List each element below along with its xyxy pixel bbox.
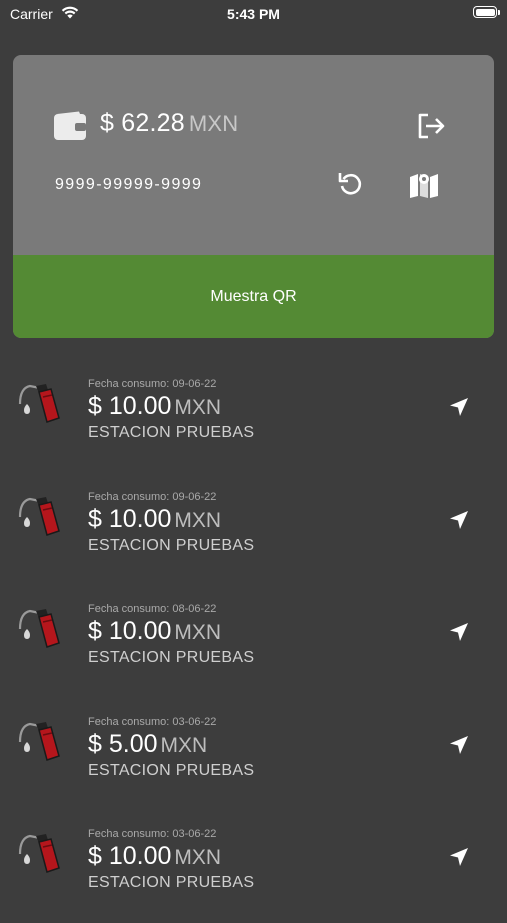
location-arrow-icon[interactable] (448, 396, 470, 423)
station-name: ESTACION PRUEBAS (88, 761, 255, 779)
amount-currency: MXN (174, 621, 222, 644)
amount-value: $ 5.00 (88, 729, 158, 758)
amount-currency: MXN (174, 508, 222, 532)
balance-card: $ 62.28 MXN 9999-99999-9999 Muestra QR (13, 55, 494, 338)
fuel-pump-icon (18, 493, 62, 542)
list-item[interactable]: Fecha consumo: 09-06-22 $ 10.00 MXN ESTAC… (0, 360, 507, 473)
status-bar: Carrier 5:43 PM (0, 0, 507, 30)
transaction-amount: $ 10.00 MXN (88, 505, 221, 534)
amount-value: $ 10.00 (88, 392, 172, 420)
wallet-icon (53, 111, 87, 146)
show-qr-button[interactable]: Muestra QR (13, 255, 494, 338)
list-item[interactable]: Fecha consumo: 03-06-22 $ 5.00 MXN ESTACI… (0, 698, 507, 811)
amount-currency: MXN (174, 396, 222, 419)
card-number: 9999-99999-9999 (55, 176, 203, 193)
transaction-amount: $ 5.00 MXN (88, 730, 207, 759)
balance: $ 62.28 MXN (100, 109, 238, 138)
transaction-date: Fecha consumo: 09-06-22 (88, 378, 217, 390)
amount-currency: MXN (160, 733, 208, 757)
balance-amount: $ 62.28 (100, 109, 185, 137)
station-name: ESTACION PRUEBAS (88, 649, 255, 666)
transaction-amount: $ 10.00 MXN (88, 842, 221, 871)
transaction-amount: $ 10.00 MXN (88, 392, 221, 421)
location-arrow-icon[interactable] (448, 734, 470, 761)
fuel-pump-icon (18, 605, 62, 654)
fuel-pump-icon (18, 830, 62, 879)
refresh-icon[interactable] (337, 170, 365, 203)
location-arrow-icon[interactable] (448, 509, 470, 536)
fuel-pump-icon (18, 718, 62, 767)
map-icon[interactable] (409, 171, 439, 204)
transaction-date: Fecha consumo: 08-06-22 (88, 603, 217, 615)
logout-icon[interactable] (417, 113, 447, 144)
list-item[interactable]: Fecha consumo: 03-06-22 $ 10.00 MXN ESTAC… (0, 810, 507, 923)
battery-icon (473, 6, 500, 18)
station-name: ESTACION PRUEBAS (88, 536, 255, 554)
transaction-date: Fecha consumo: 03-06-22 (88, 715, 217, 728)
transaction-date: Fecha consumo: 09-06-22 (88, 490, 217, 503)
list-item[interactable]: Fecha consumo: 08-06-22 $ 10.00 MXN ESTAC… (0, 585, 507, 698)
station-name: ESTACION PRUEBAS (88, 874, 255, 891)
fuel-pump-icon (18, 380, 62, 429)
station-name: ESTACION PRUEBAS (88, 424, 255, 441)
amount-value: $ 10.00 (88, 842, 172, 870)
transaction-date: Fecha consumo: 03-06-22 (88, 828, 217, 840)
amount-value: $ 10.00 (88, 504, 172, 533)
card-header: $ 62.28 MXN 9999-99999-9999 (13, 55, 494, 255)
location-arrow-icon[interactable] (448, 621, 470, 648)
clock: 5:43 PM (227, 6, 280, 22)
location-arrow-icon[interactable] (448, 846, 470, 873)
transaction-list: Fecha consumo: 09-06-22 $ 10.00 MXN ESTAC… (0, 360, 507, 923)
amount-currency: MXN (174, 846, 222, 869)
amount-value: $ 10.00 (88, 617, 172, 645)
list-item[interactable]: Fecha consumo: 09-06-22 $ 10.00 MXN ESTAC… (0, 473, 507, 586)
transaction-amount: $ 10.00 MXN (88, 617, 221, 646)
balance-currency: MXN (188, 111, 239, 136)
